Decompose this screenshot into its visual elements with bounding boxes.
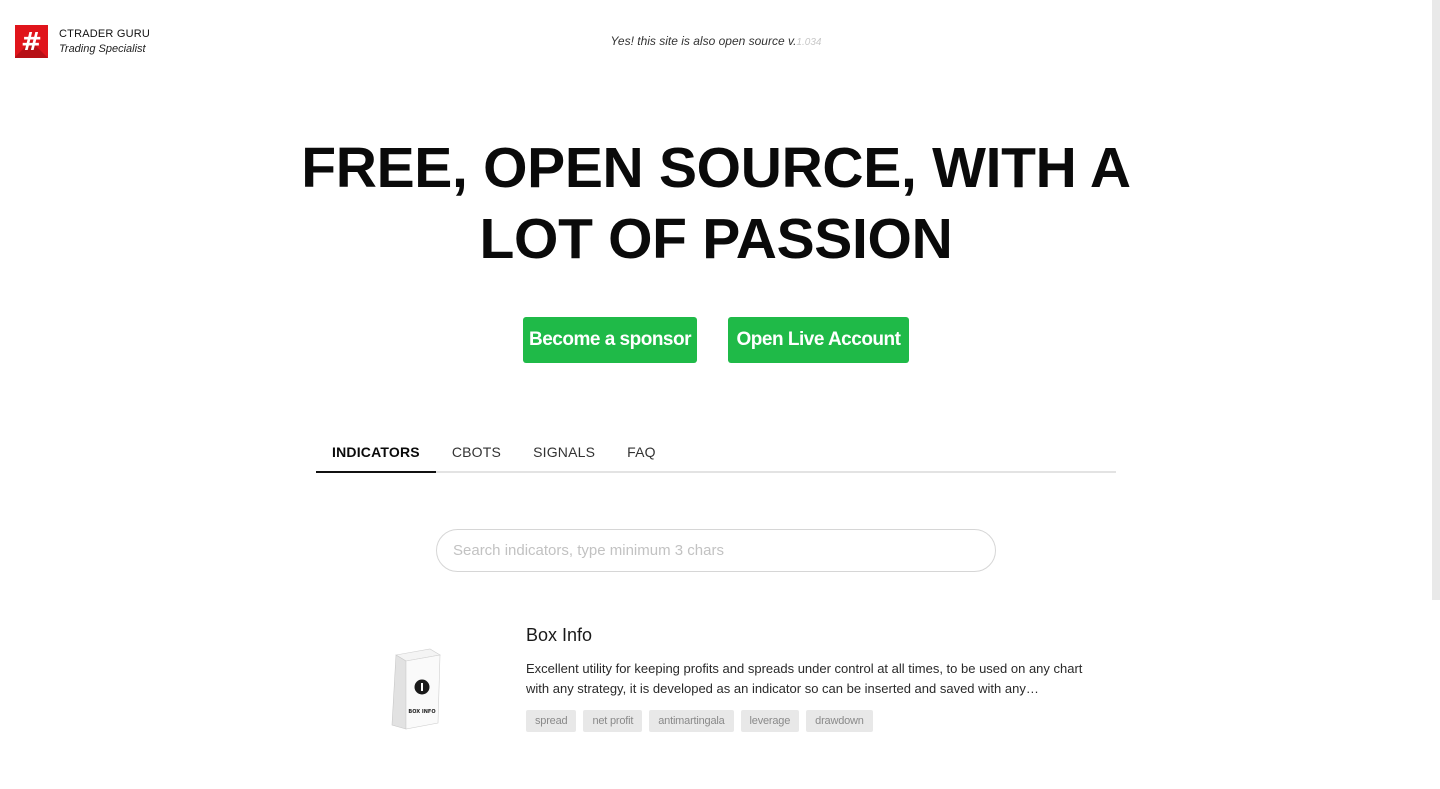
search-input[interactable] [436,529,996,572]
product-title[interactable]: Box Info [526,625,592,646]
logo-char: # [21,27,42,56]
hero-title: FREE, OPEN SOURCE, WITH A LOT OF PASSION [296,133,1136,275]
tag-antimartingala[interactable]: antimartingala [649,710,734,732]
product-tags: spread net profit antimartingala leverag… [526,710,880,732]
tab-faq[interactable]: FAQ [611,432,672,473]
version-label: 1.034 [796,37,822,48]
category-tabs: INDICATORS CBOTS SIGNALS FAQ [316,432,1116,473]
open-source-note-text: Yes! this site is also open source v. [610,34,797,48]
logo-hash-icon[interactable]: # [15,25,48,58]
page-scrollbar[interactable] [1432,0,1440,600]
box-info-image-label: BOX INFO [408,709,435,715]
product-description: Excellent utility for keeping profits an… [526,661,1083,696]
tag-spread[interactable]: spread [526,710,577,732]
become-sponsor-button[interactable]: Become a sponsor [523,317,697,363]
tab-indicators[interactable]: INDICATORS [316,432,436,473]
tag-leverage[interactable]: leverage [740,710,800,732]
tag-drawdown[interactable]: drawdown [806,710,873,732]
box-info-product-image[interactable]: BOX INFO [386,645,442,731]
hero-title-line-2: LOT OF PASSION [479,207,953,271]
tab-cbots[interactable]: CBOTS [436,432,517,473]
hero-title-line-1: FREE, OPEN SOURCE, WITH A [301,136,1131,200]
open-live-account-button[interactable]: Open Live Account [728,317,909,363]
tag-net-profit[interactable]: net profit [583,710,643,732]
tab-signals[interactable]: SIGNALS [517,432,611,473]
open-source-note: Yes! this site is also open source v.1.0… [0,34,1432,48]
